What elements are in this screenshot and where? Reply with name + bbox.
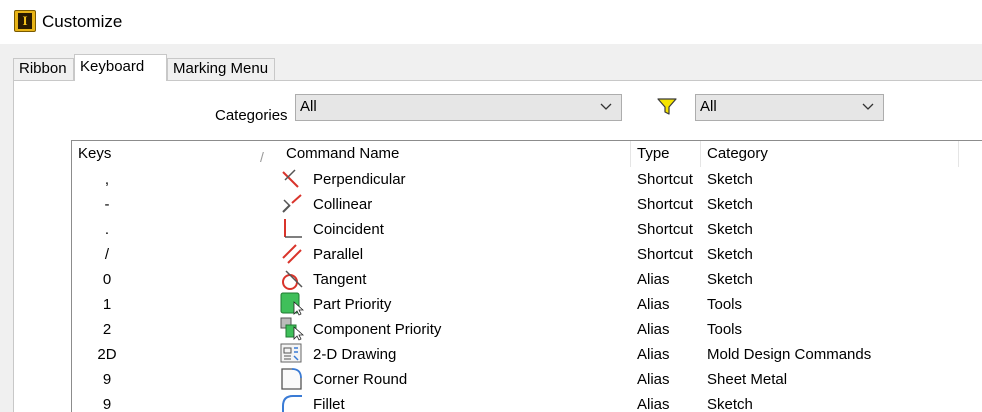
key-cell: , <box>104 171 110 188</box>
table-row[interactable]: - Collinear Shortcut Sketch <box>72 192 982 217</box>
drawing-2d-icon <box>280 343 302 363</box>
perpendicular-icon <box>282 169 299 188</box>
type-cell: Shortcut <box>637 221 693 238</box>
chevron-down-icon <box>600 103 612 110</box>
categories-dropdown[interactable]: All <box>295 94 622 121</box>
key-cell: 0 <box>102 271 112 288</box>
category-cell: Mold Design Commands <box>707 346 872 363</box>
type-cell: Alias <box>637 296 670 313</box>
command-name-cell: 2-D Drawing <box>313 346 397 363</box>
key-cell: 2 <box>102 321 112 338</box>
table-header: Keys / Command Name Type Category <box>72 141 982 167</box>
collinear-icon <box>282 194 302 213</box>
category-cell: Sketch <box>707 396 753 412</box>
filter-icon[interactable] <box>657 98 677 116</box>
tab-ribbon[interactable]: Ribbon <box>13 58 74 80</box>
table-row[interactable]: 9 Corner Round Alias Sheet Metal <box>72 367 982 392</box>
tangent-icon <box>282 270 303 290</box>
type-cell: Shortcut <box>637 246 693 263</box>
table-row[interactable]: . Coincident Shortcut Sketch <box>72 217 982 242</box>
type-cell: Shortcut <box>637 171 693 188</box>
column-header-category[interactable]: Category <box>701 141 959 167</box>
command-name-cell: Collinear <box>313 196 373 213</box>
type-cell: Alias <box>637 321 670 338</box>
categories-label: Categories <box>215 107 288 124</box>
categories-dropdown-value: All <box>300 98 317 115</box>
tab-marking-menu[interactable]: Marking Menu <box>167 58 275 80</box>
key-cell: 9 <box>102 396 112 412</box>
key-cell: . <box>104 221 110 238</box>
commands-table: Keys / Command Name Type Category , Perp… <box>71 140 982 412</box>
table-row[interactable]: 0 Tangent Alias Sketch <box>72 267 982 292</box>
category-cell: Tools <box>707 321 743 338</box>
table-row[interactable]: 2 Component Priority Alias Tools <box>72 317 982 342</box>
command-name-cell: Perpendicular <box>313 171 406 188</box>
part-priority-icon <box>280 292 304 316</box>
parallel-icon <box>282 244 302 264</box>
key-cell: 1 <box>102 296 112 313</box>
command-name-cell: Corner Round <box>313 371 408 388</box>
type-filter-dropdown[interactable]: All <box>695 94 884 121</box>
component-priority-icon <box>280 317 304 341</box>
type-cell: Alias <box>637 371 670 388</box>
key-cell: - <box>104 196 110 213</box>
category-cell: Sketch <box>707 246 753 263</box>
column-header-command-name[interactable]: Command Name <box>280 141 631 167</box>
table-row[interactable]: 1 Part Priority Alias Tools <box>72 292 982 317</box>
key-cell: 9 <box>102 371 112 388</box>
command-name-cell: Coincident <box>313 221 384 238</box>
category-cell: Tools <box>707 296 743 313</box>
tab-keyboard[interactable]: Keyboard <box>74 54 167 81</box>
coincident-icon <box>284 219 302 238</box>
category-cell: Sketch <box>707 171 753 188</box>
type-cell: Alias <box>637 271 670 288</box>
type-cell: Alias <box>637 346 670 363</box>
table-row[interactable]: 9 Fillet Alias Sketch <box>72 392 982 412</box>
fillet-icon <box>282 395 302 412</box>
command-name-cell: Part Priority <box>313 296 392 313</box>
command-name-cell: Fillet <box>313 396 345 412</box>
title-bar: I Customize <box>0 0 982 44</box>
command-name-cell: Parallel <box>313 246 364 263</box>
type-cell: Alias <box>637 396 670 412</box>
inventor-app-icon: I <box>14 10 36 32</box>
column-header-keys[interactable]: Keys / <box>72 141 280 167</box>
chevron-down-icon <box>862 103 874 110</box>
table-row[interactable]: , Perpendicular Shortcut Sketch <box>72 167 982 192</box>
type-cell: Shortcut <box>637 196 693 213</box>
table-row[interactable]: / Parallel Shortcut Sketch <box>72 242 982 267</box>
table-row[interactable]: 2D 2-D Drawing Alias Mold Design Command… <box>72 342 982 367</box>
window-title: Customize <box>42 12 123 31</box>
command-name-cell: Component Priority <box>313 321 442 338</box>
category-cell: Sketch <box>707 271 753 288</box>
type-filter-value: All <box>700 98 717 115</box>
key-cell: 2D <box>97 346 117 363</box>
key-cell: / <box>104 246 110 263</box>
category-cell: Sketch <box>707 221 753 238</box>
command-name-cell: Tangent <box>313 271 367 288</box>
category-cell: Sketch <box>707 196 753 213</box>
category-cell: Sheet Metal <box>707 371 788 388</box>
corner-round-icon <box>281 368 302 390</box>
column-header-type[interactable]: Type <box>631 141 701 167</box>
